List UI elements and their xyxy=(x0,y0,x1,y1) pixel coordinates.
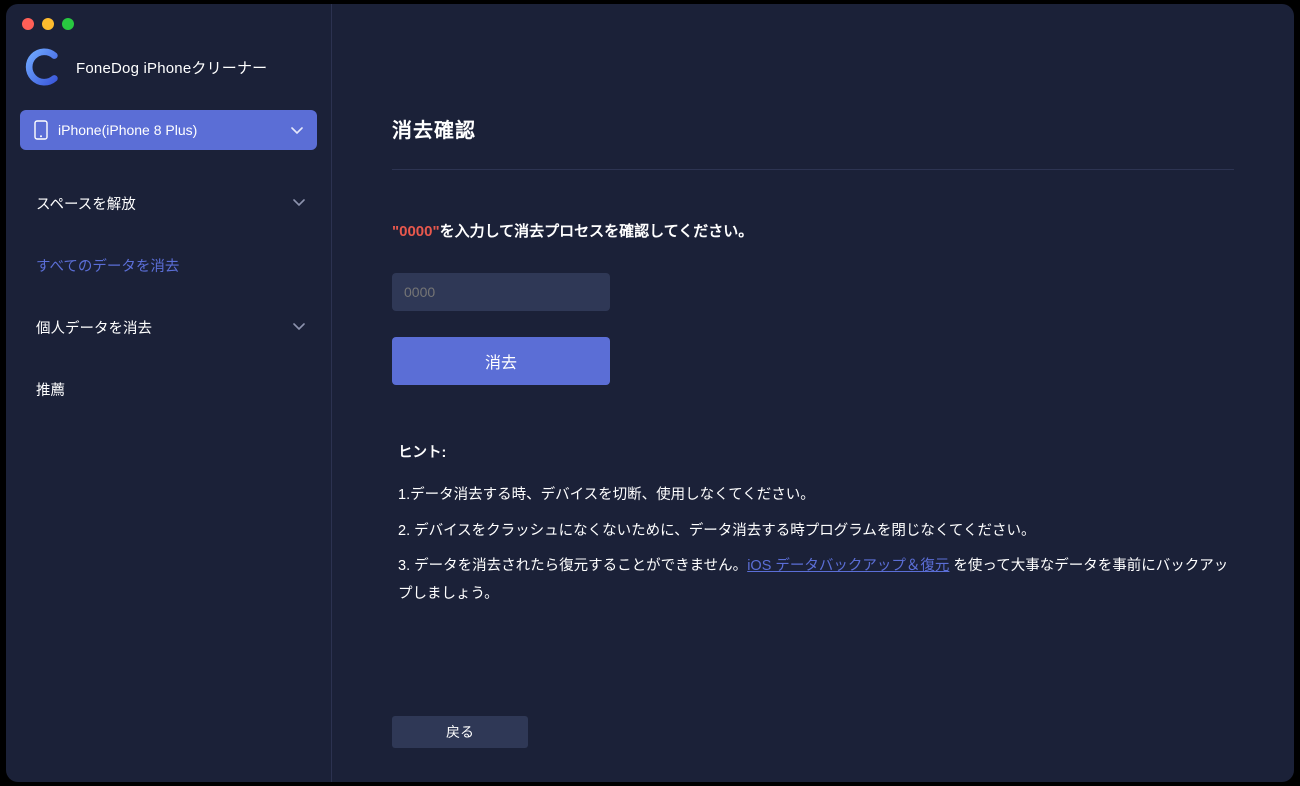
chevron-down-icon xyxy=(293,196,305,210)
sidebar-item-label: スペースを解放 xyxy=(36,193,136,214)
sidebar-item-erase-private-data[interactable]: 個人データを消去 xyxy=(6,296,331,358)
page-title: 消去確認 xyxy=(392,114,1234,143)
phone-icon xyxy=(34,120,48,140)
chevron-down-icon xyxy=(291,122,303,138)
device-selector[interactable]: iPhone(iPhone 8 Plus) xyxy=(20,110,317,150)
sidebar-item-label: 個人データを消去 xyxy=(36,317,152,338)
hint-1: 1.データ消去する時、デバイスを切断、使用しなくてください。 xyxy=(392,482,1232,510)
erase-button[interactable]: 消去 xyxy=(392,337,610,385)
sidebar-item-label: 推薦 xyxy=(36,379,65,400)
confirm-prompt-rest: を入力して消去プロセスを確認してください。 xyxy=(440,223,754,240)
maximize-window-button[interactable] xyxy=(62,18,74,30)
app-window: FoneDog iPhoneクリーナー iPhone(iPhone 8 Plus… xyxy=(6,4,1294,782)
hint-2: 2. デバイスをクラッシュになくないために、データ消去する時プログラムを閉じなく… xyxy=(392,518,1232,546)
app-logo-icon xyxy=(24,48,62,86)
hints-title: ヒント: xyxy=(392,441,1234,462)
window-controls xyxy=(6,18,331,30)
sidebar-item-erase-all-data[interactable]: すべてのデータを消去 xyxy=(6,234,331,296)
confirm-code-text: "0000" xyxy=(392,223,440,240)
device-label: iPhone(iPhone 8 Plus) xyxy=(58,122,197,138)
chevron-down-icon xyxy=(293,320,305,334)
app-title: FoneDog iPhoneクリーナー xyxy=(76,57,267,78)
hint-3-pre: 3. データを消去されたら復元することができません。 xyxy=(398,558,747,574)
back-button[interactable]: 戻る xyxy=(392,716,528,748)
confirm-prompt: "0000"を入力して消去プロセスを確認してください。 xyxy=(392,220,1234,241)
ios-backup-restore-link[interactable]: iOS データバックアップ＆復元 xyxy=(747,558,949,574)
confirm-code-input[interactable] xyxy=(392,273,610,311)
sidebar-item-label: すべてのデータを消去 xyxy=(36,255,179,276)
brand: FoneDog iPhoneクリーナー xyxy=(6,48,331,110)
sidebar-item-free-space[interactable]: スペースを解放 xyxy=(6,172,331,234)
main-content: 消去確認 "0000"を入力して消去プロセスを確認してください。 消去 ヒント:… xyxy=(332,4,1294,782)
close-window-button[interactable] xyxy=(22,18,34,30)
minimize-window-button[interactable] xyxy=(42,18,54,30)
hint-3: 3. データを消去されたら復元することができません。iOS データバックアップ＆… xyxy=(392,553,1232,608)
divider xyxy=(392,169,1234,170)
sidebar-item-recommend[interactable]: 推薦 xyxy=(6,358,331,420)
sidebar: FoneDog iPhoneクリーナー iPhone(iPhone 8 Plus… xyxy=(6,4,332,782)
